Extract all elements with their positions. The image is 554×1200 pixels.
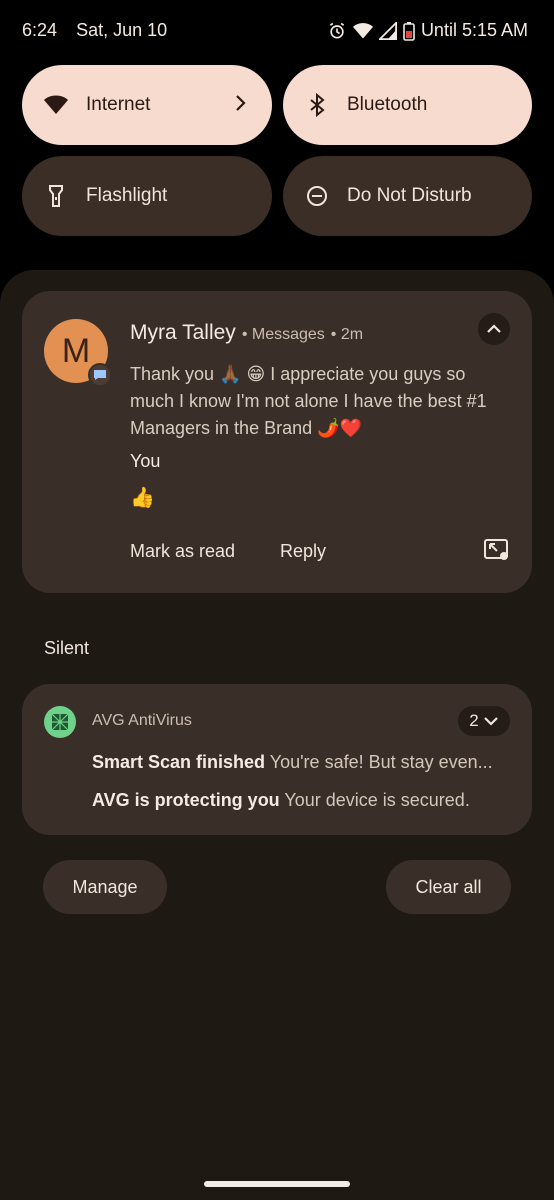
signal-icon — [378, 21, 397, 40]
avatar-letter: M — [61, 331, 91, 370]
avg-line-2-title: AVG is protecting you — [92, 790, 280, 810]
tile-do-not-disturb[interactable]: Do Not Disturb — [283, 156, 532, 236]
avg-line-1-text: You're safe! But stay even... — [269, 752, 493, 772]
wifi-status-icon — [352, 22, 373, 40]
tile-internet-label: Internet — [86, 94, 151, 115]
alarm-icon — [327, 21, 347, 41]
tile-dnd-label: Do Not Disturb — [347, 185, 472, 206]
avg-app-name: AVG AntiVirus — [92, 712, 192, 729]
avg-line-2-text: Your device is secured. — [284, 790, 470, 810]
battery-saver-text: Until 5:15 AM — [420, 20, 528, 40]
message-time: • 2m — [330, 326, 364, 343]
avg-line-2: AVG is protecting you Your device is sec… — [92, 790, 470, 811]
tile-flashlight[interactable]: Flashlight — [22, 156, 272, 236]
message-header: Myra Talley • Messages • 2m — [130, 321, 363, 345]
home-indicator[interactable] — [204, 1181, 350, 1187]
notification-count: 2 — [469, 711, 479, 730]
avg-line-1-title: Smart Scan finished — [92, 752, 266, 772]
tile-internet[interactable]: Internet — [22, 65, 272, 145]
reply-author: You — [130, 451, 161, 471]
app-name: • Messages — [241, 326, 325, 343]
chevron-down-icon — [483, 717, 498, 726]
messages-app-icon — [88, 363, 112, 387]
sender-name: Myra Talley — [130, 321, 236, 344]
status-right: Until 5:15 AM — [327, 20, 528, 41]
flashlight-icon — [44, 184, 68, 208]
dnd-icon — [305, 184, 329, 208]
battery-icon — [403, 21, 415, 41]
manage-button[interactable]: Manage — [43, 860, 167, 914]
silent-section-label: Silent — [44, 638, 90, 658]
status-left: 6:24 Sat, Jun 10 — [22, 20, 181, 41]
tile-bluetooth[interactable]: Bluetooth — [283, 65, 532, 145]
status-date: Sat, Jun 10 — [76, 20, 168, 40]
reply-button[interactable]: Reply — [280, 541, 326, 562]
expand-count-button[interactable]: 2 — [458, 706, 510, 736]
avg-app-icon — [44, 706, 76, 738]
clear-all-button[interactable]: Clear all — [386, 860, 511, 914]
avg-line-1: Smart Scan finished You're safe! But sta… — [92, 752, 493, 773]
status-time: 6:24 — [22, 20, 58, 40]
collapse-button[interactable] — [478, 313, 510, 345]
wifi-icon — [44, 93, 68, 117]
message-text: Thank you 🙏🏾 😁 I appreciate you guys so … — [130, 364, 487, 438]
avg-notification[interactable]: AVG AntiVirus 2 Smart Scan finished You'… — [22, 684, 532, 835]
tile-bluetooth-label: Bluetooth — [347, 94, 428, 115]
bluetooth-icon — [305, 93, 329, 117]
message-notification[interactable]: M Myra Talley • Messages • 2m Thank you … — [22, 291, 532, 593]
reply-text: 👍 — [130, 487, 155, 509]
chevron-right-icon — [234, 93, 248, 119]
bubble-icon[interactable] — [484, 539, 510, 566]
tile-flashlight-label: Flashlight — [86, 185, 168, 206]
mark-as-read-button[interactable]: Mark as read — [130, 541, 235, 562]
status-bar: 6:24 Sat, Jun 10 Until 5:15 AM — [0, 0, 554, 64]
